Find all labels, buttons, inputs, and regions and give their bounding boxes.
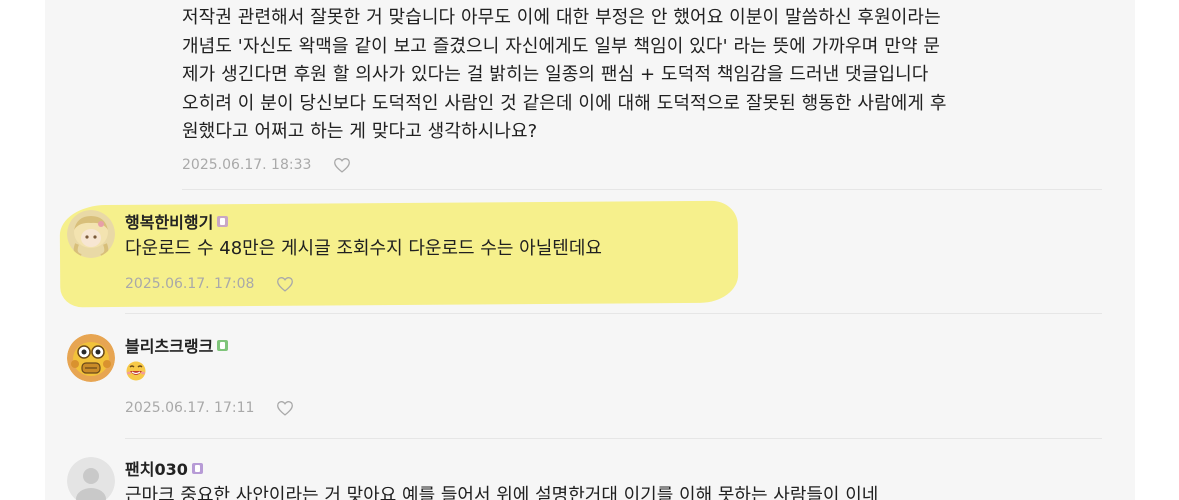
level-badge-icon [217,215,229,227]
comment-page: 저작권 관련해서 잘못한 거 맞습니다 아무도 이에 대한 부정은 안 했어요 … [0,0,1179,500]
comment-meta: 2025.06.17. 17:08 [125,274,1065,294]
laughing-emoji-icon [126,361,146,381]
reply-text-line: 오히려 이 분이 당신보다 도덕적인 사람인 것 같은데 이에 대해 도덕적으로… [182,92,947,114]
comment-meta: 2025.06.17. 17:11 [125,398,1065,418]
level-badge-icon [217,339,229,351]
comment-text: 다운로드 수 48만은 게시글 조회수지 다운로드 수는 아닐텐데요 [125,238,602,259]
avatar-blonde-character-icon [67,210,115,258]
nickname-row: 행복한비행기 [125,210,1065,232]
heart-outline-icon[interactable] [333,157,351,173]
reply-comment: 저작권 관련해서 잘못한 거 맞습니다 아무도 이에 대한 부정은 안 했어요 … [182,4,1102,175]
reply-text-line: 원했다고 어쩌고 하는 게 맞다고 생각하시나요? [182,121,538,142]
comment-date: 2025.06.17. 17:11 [125,400,255,416]
comment-emoji-row [125,360,1065,390]
comment-divider [125,313,1102,314]
nickname[interactable]: 블리츠크랭크 [125,333,213,357]
nickname-row: 팬치030 [125,457,1065,479]
comment-divider [182,189,1102,190]
heart-outline-icon[interactable] [276,400,294,416]
avatar[interactable] [67,457,115,500]
nickname-row: 블리츠크랭크 [125,334,1065,356]
nickname[interactable]: 팬치030 [125,456,188,480]
comment-body: 행복한비행기 다운로드 수 48만은 게시글 조회수지 다운로드 수는 아닐텐데… [125,210,1065,294]
avatar[interactable] [67,210,115,258]
avatar-default-icon [67,457,115,500]
nickname[interactable]: 행복한비행기 [125,209,213,233]
comment-divider [125,438,1102,439]
reply-text-line: 저작권 관련해서 잘못한 거 맞습니다 아무도 이에 대한 부정은 안 했어요 … [182,7,941,28]
reply-date: 2025.06.17. 18:33 [182,156,312,173]
avatar-yellow-robot-icon [67,334,115,382]
level-badge-icon [191,462,203,474]
comment-body: 블리츠크랭크 2025.06.17. 17:11 [125,334,1065,418]
reply-text-line: 제가 생긴다면 후원 할 의사가 있다는 걸 밝히는 일종의 팬심 + 도덕적 … [182,64,929,85]
comment-text: 근마크 중요한 사안이라는 거 맞아요 예를 들어서 위에 설명한거대 이기를 … [125,485,879,500]
comment-date: 2025.06.17. 17:08 [125,276,255,292]
comment-body: 팬치030 근마크 중요한 사안이라는 거 맞아요 예를 들어서 위에 설명한거… [125,457,1065,500]
reply-meta: 2025.06.17. 18:33 [182,155,1102,175]
heart-outline-icon[interactable] [276,276,294,292]
avatar[interactable] [67,334,115,382]
reply-text-line: 개념도 '자신도 왁맥을 같이 보고 즐겼으니 자신에게도 일부 책임이 있다'… [182,35,940,57]
